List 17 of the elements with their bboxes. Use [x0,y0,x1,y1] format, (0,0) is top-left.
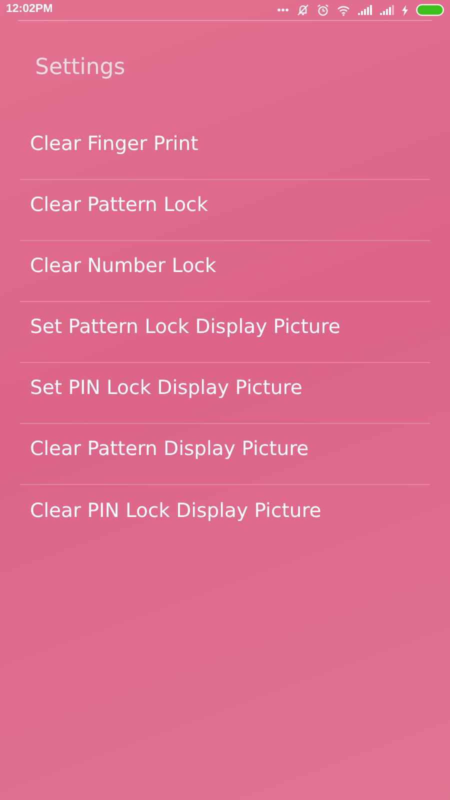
settings-option[interactable]: Set PIN Lock Display Picture [30,376,302,400]
settings-option[interactable]: Set Pattern Lock Display Picture [30,315,340,339]
notifications-off-icon [297,4,309,16]
settings-option[interactable]: Clear PIN Lock Display Picture [30,498,322,522]
status-time: 12:02PM [6,2,53,18]
alarm-icon [317,4,329,16]
settings-option[interactable]: Clear Finger Print [30,132,198,156]
settings-option[interactable]: Clear Pattern Lock [30,193,208,217]
page-title: Settings [35,55,126,82]
settings-option[interactable]: Clear Number Lock [30,254,216,278]
more-icon [277,8,289,12]
signal-icon [380,5,394,15]
charging-icon [402,4,408,16]
wifi-icon [337,4,350,16]
settings-option[interactable]: Clear Pattern Display Picture [30,437,309,461]
signal-icon [358,5,372,15]
battery-icon [416,4,444,16]
